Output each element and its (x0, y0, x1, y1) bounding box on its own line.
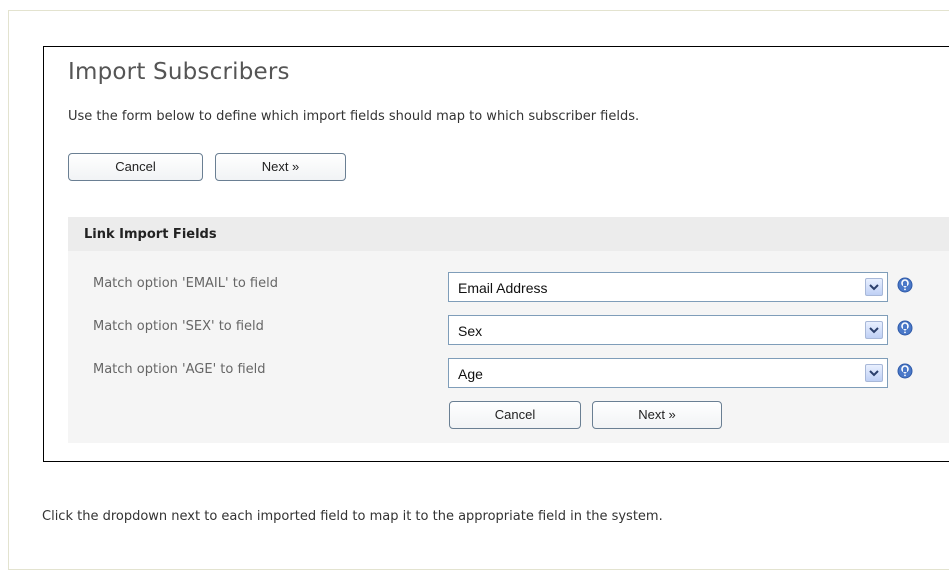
next-button[interactable]: Next » (592, 401, 722, 429)
section-header: Link Import Fields (68, 217, 949, 251)
chevron-down-icon[interactable] (865, 364, 883, 382)
sex-field-select[interactable]: Sex (448, 315, 888, 345)
question-circle-icon[interactable] (897, 363, 913, 379)
link-import-fields-section: Link Import Fields Match option 'EMAIL' … (68, 217, 949, 443)
chevron-down-icon[interactable] (865, 278, 883, 296)
next-button[interactable]: Next » (215, 153, 346, 181)
chevron-down-icon[interactable] (865, 321, 883, 339)
footer-note: Click the dropdown next to each imported… (42, 509, 663, 524)
row-label-age: Match option 'AGE' to field (93, 362, 266, 377)
select-value: Sex (458, 323, 483, 339)
question-circle-icon[interactable] (897, 320, 913, 336)
age-field-select[interactable]: Age (448, 358, 888, 388)
select-value: Email Address (458, 280, 548, 296)
select-value: Age (458, 366, 483, 382)
import-panel: Import Subscribers Use the form below to… (43, 46, 949, 462)
row-label-sex: Match option 'SEX' to field (93, 319, 264, 334)
intro-text: Use the form below to define which impor… (68, 109, 640, 124)
email-field-select[interactable]: Email Address (448, 272, 888, 302)
row-label-email: Match option 'EMAIL' to field (93, 276, 278, 291)
page-title: Import Subscribers (68, 59, 290, 85)
question-circle-icon[interactable] (897, 277, 913, 293)
cancel-button[interactable]: Cancel (68, 153, 203, 181)
section-title: Link Import Fields (84, 227, 217, 242)
cancel-button[interactable]: Cancel (449, 401, 581, 429)
